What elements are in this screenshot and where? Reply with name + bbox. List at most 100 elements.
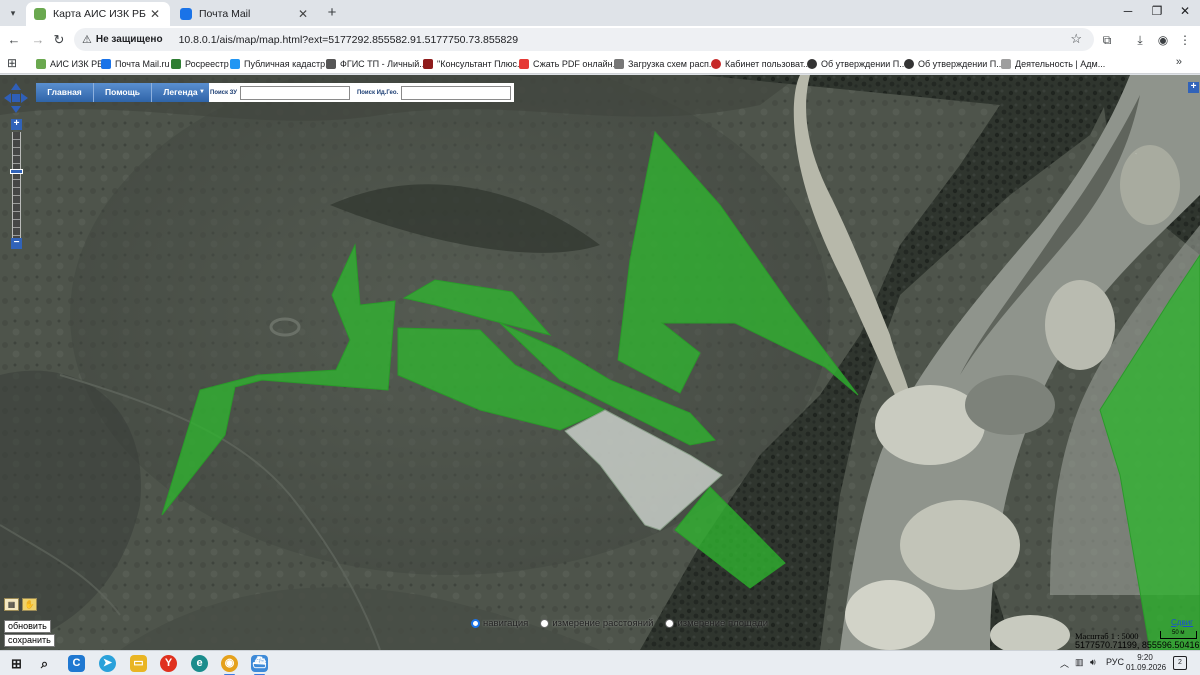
map-tool-icon[interactable]: ▦ xyxy=(4,598,19,611)
windows-start-icon[interactable]: ⊞ xyxy=(8,655,25,672)
bookmark-favicon-icon xyxy=(36,58,46,69)
browser-tabstrip: ▾ Карта АИС ИЗК РБ ✕ Почта Mail ✕ + ─ ❐ … xyxy=(0,0,1200,26)
bookmark-item[interactable]: Сжать PDF онлайн... xyxy=(519,56,620,71)
shift-link[interactable]: Сдвиг xyxy=(1171,618,1193,627)
bookmarks-more-icon[interactable]: » xyxy=(1176,56,1182,68)
yandex-browser-icon[interactable]: Y xyxy=(160,655,177,672)
bookmark-star-icon[interactable]: ☆ xyxy=(1070,31,1082,47)
chrome-icon[interactable]: ◉ xyxy=(221,655,238,675)
close-icon[interactable]: ✕ xyxy=(296,7,310,21)
mail-icon xyxy=(180,8,192,20)
forward-button[interactable]: → xyxy=(29,31,47,49)
tray-chevron-up-icon[interactable]: ︿ xyxy=(1060,657,1069,670)
download-icon[interactable]: ⤓ xyxy=(1131,31,1149,49)
new-tab-button[interactable]: + xyxy=(324,5,340,21)
map-menu-bar: Главная Помощь Легенда ▼ xyxy=(36,83,210,102)
network-icon[interactable]: ▥ xyxy=(1075,657,1084,668)
language-indicator[interactable]: РУС xyxy=(1106,657,1124,667)
bookmarks-bar: ⊞ АИС ИЗК РБ Почта Mail.ru Росреестр Пуб… xyxy=(0,53,1200,74)
notification-center-icon[interactable]: 2 xyxy=(1173,656,1187,670)
bookmark-favicon-icon xyxy=(423,58,433,69)
bookmark-favicon-icon xyxy=(101,58,111,69)
tab-mail[interactable]: Почта Mail ✕ xyxy=(172,2,318,26)
bookmark-item[interactable]: Кабинет пользоват... xyxy=(711,56,811,71)
mode-navigation-radio[interactable] xyxy=(471,619,480,628)
menu-kebab-icon[interactable]: ⋮ xyxy=(1176,31,1194,49)
remote-app-icon[interactable]: ⛴ xyxy=(251,655,268,675)
taskbar-clock[interactable]: 9:20 01.09.2026 xyxy=(1126,653,1167,673)
zoom-in-button[interactable]: + xyxy=(11,119,22,130)
app-c-icon[interactable]: C xyxy=(68,655,85,672)
search-zu-input[interactable] xyxy=(239,85,350,100)
menu-legend-button[interactable]: Легенда ▼ xyxy=(152,83,210,102)
menu-main-button[interactable]: Главная xyxy=(36,83,94,102)
clock-date: 01.09.2026 xyxy=(1126,663,1167,672)
mode-area-radio[interactable] xyxy=(665,619,675,628)
search-zu-label: Поиск ЗУ xyxy=(210,89,237,96)
minimize-button[interactable]: ─ xyxy=(1113,4,1143,22)
refresh-button[interactable]: обновить xyxy=(4,620,51,633)
warning-icon[interactable]: ⚠ xyxy=(82,33,92,46)
zoom-slider-thumb[interactable] xyxy=(10,169,23,174)
address-bar[interactable]: ⚠ Не защищено 10.8.0.1/ais/map/map.html?… xyxy=(74,28,1094,51)
bookmark-item[interactable]: Загрузка схем расп... xyxy=(614,56,716,71)
bookmark-item[interactable]: ФГИС ТП - Личный... xyxy=(326,56,427,71)
window-close-button[interactable]: ✕ xyxy=(1170,4,1200,22)
bookmark-item[interactable]: Об утверждении П... xyxy=(904,56,1004,71)
bookmark-favicon-icon xyxy=(326,58,336,69)
bookmark-item[interactable]: АИС ИЗК РБ xyxy=(36,56,103,71)
map-mode-selector: навигация измерение расстояний измерение… xyxy=(471,618,780,629)
file-explorer-icon[interactable]: ▭ xyxy=(130,655,147,672)
extensions-icon[interactable]: ⧉ xyxy=(1098,31,1116,49)
bookmark-item[interactable]: "Консультант Плюс... xyxy=(423,56,525,71)
back-button[interactable]: ← xyxy=(5,31,23,49)
bookmark-favicon-icon xyxy=(711,58,721,69)
mode-area-label[interactable]: измерение площади xyxy=(677,618,768,629)
bookmark-item[interactable]: Деятельность | Адм... xyxy=(1001,56,1105,71)
cursor-coordinates: 5177570.71199, 855596.50416 xyxy=(1075,640,1200,650)
bookmark-item[interactable]: Почта Mail.ru xyxy=(101,56,170,71)
tab-title: Почта Mail xyxy=(199,8,251,20)
scale-bar-label: 50 м xyxy=(1172,630,1185,636)
bookmark-favicon-icon xyxy=(1001,58,1011,69)
browser-toolbar: ← → ↻ ⚠ Не защищено 10.8.0.1/ais/map/map… xyxy=(0,26,1200,53)
tab-search-icon[interactable]: ▾ xyxy=(4,4,22,22)
gear-icon xyxy=(34,8,46,20)
profile-icon[interactable]: ◉ xyxy=(1154,31,1172,49)
volume-icon[interactable]: 🔊︎ xyxy=(1090,657,1096,668)
zoom-slider[interactable] xyxy=(12,132,21,240)
telegram-icon[interactable]: ➤ xyxy=(99,655,116,672)
mode-navigation-label[interactable]: навигация xyxy=(483,618,528,629)
menu-legend-label: Легенда xyxy=(163,87,198,97)
tab-map[interactable]: Карта АИС ИЗК РБ ✕ xyxy=(26,2,170,26)
bookmark-favicon-icon xyxy=(614,58,624,69)
apps-grid-icon[interactable]: ⊞ xyxy=(7,56,17,70)
restore-button[interactable]: ❐ xyxy=(1142,4,1172,22)
search-id-label: Поиск Ид.Гео. xyxy=(356,89,399,96)
layers-plus-icon[interactable]: + xyxy=(1188,82,1199,93)
satellite-imagery[interactable]: · xyxy=(0,75,1200,650)
url-text[interactable]: 10.8.0.1/ais/map/map.html?ext=5177292.85… xyxy=(179,34,518,46)
zoom-out-button[interactable]: − xyxy=(11,238,22,249)
mode-distance-radio[interactable] xyxy=(540,619,550,628)
bookmark-item[interactable]: Об утверждении П... xyxy=(807,56,907,71)
map-viewport[interactable]: · Главная Помощь Легенда ▼ Поиск ЗУ Поис… xyxy=(0,75,1200,650)
hand-tool-icon[interactable]: ✋ xyxy=(22,598,37,611)
pan-arrows-icon[interactable] xyxy=(4,83,28,113)
search-icon[interactable]: ⌕ xyxy=(36,655,53,672)
save-button[interactable]: сохранить xyxy=(4,634,55,647)
bookmark-item[interactable]: Публичная кадастр... xyxy=(230,56,333,71)
bookmark-item[interactable]: Росреестр xyxy=(171,56,229,71)
close-icon[interactable]: ✕ xyxy=(148,7,162,21)
menu-help-button[interactable]: Помощь xyxy=(94,83,152,102)
notification-count: 2 xyxy=(1178,659,1182,666)
edge-icon[interactable]: e xyxy=(191,655,208,672)
chevron-down-icon: ▼ xyxy=(199,89,205,95)
windows-taskbar: ⊞ ⌕ C ➤ ▭ Y e ◉ ⛴ ︿ ▥ 🔊︎ РУС 9:20 01.09.… xyxy=(0,650,1200,675)
clock-time: 9:20 xyxy=(1137,653,1153,662)
search-id-input[interactable] xyxy=(401,85,512,100)
mode-distance-label[interactable]: измерение расстояний xyxy=(552,618,653,629)
tab-title: Карта АИС ИЗК РБ xyxy=(53,8,146,20)
reload-button[interactable]: ↻ xyxy=(50,31,68,49)
security-status[interactable]: Не защищено xyxy=(96,34,169,45)
